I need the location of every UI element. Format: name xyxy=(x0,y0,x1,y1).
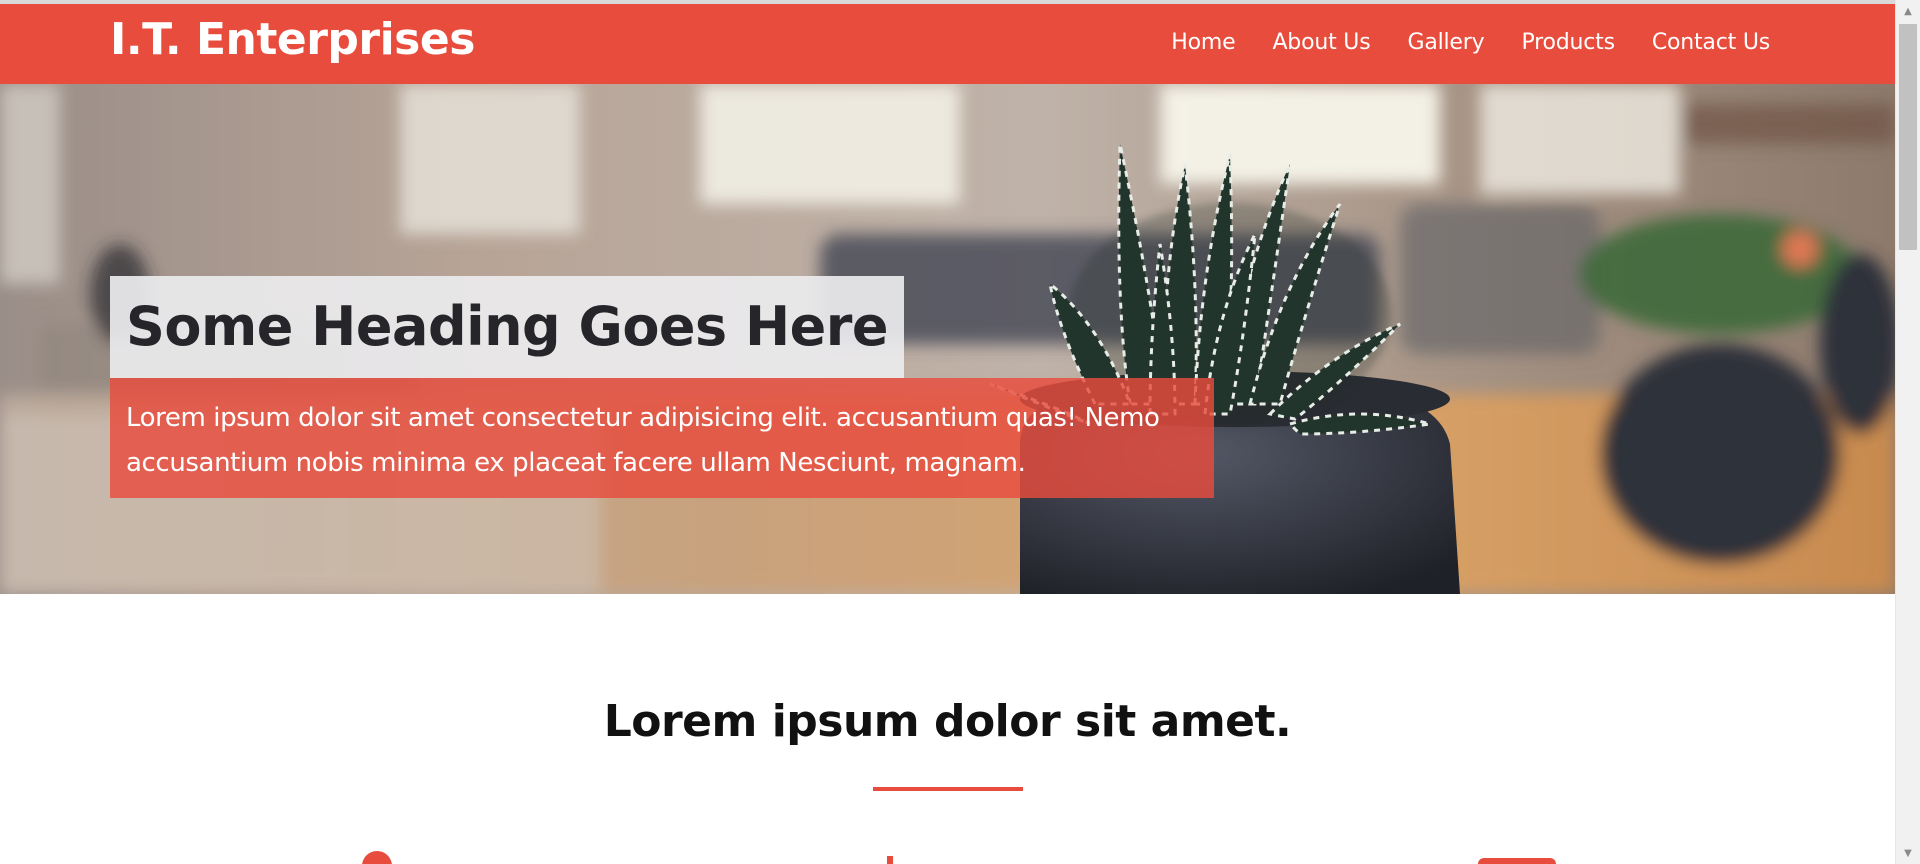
hero-text-box: Lorem ipsum dolor sit amet consectetur a… xyxy=(110,378,1214,498)
nav-link-contact-us[interactable]: Contact Us xyxy=(1652,30,1770,55)
nav-link-home[interactable]: Home xyxy=(1171,30,1235,55)
section-title: Lorem ipsum dolor sit amet. xyxy=(603,696,1292,747)
brand-logo[interactable]: I.T. Enterprises xyxy=(110,14,475,65)
nav-link-gallery[interactable]: Gallery xyxy=(1407,30,1484,55)
nav-link-about-us[interactable]: About Us xyxy=(1272,30,1370,55)
triangle-up-icon[interactable]: ▲ xyxy=(1896,2,1920,20)
feature-icon-center xyxy=(887,856,893,864)
hero-heading: Some Heading Goes Here xyxy=(126,295,889,358)
triangle-down-icon[interactable]: ▼ xyxy=(1896,844,1920,862)
hero-text: Lorem ipsum dolor sit amet consectetur a… xyxy=(126,403,1160,478)
scrollbar-thumb[interactable] xyxy=(1899,24,1917,250)
nav-link-products[interactable]: Products xyxy=(1521,30,1615,55)
hero-heading-box: Some Heading Goes Here xyxy=(110,276,905,378)
feature-icon-right xyxy=(1478,858,1556,864)
webpage: I.T. Enterprises Home About Us Gallery P… xyxy=(0,0,1895,864)
vertical-scrollbar[interactable]: ▲ ▼ xyxy=(1895,0,1920,864)
navbar: I.T. Enterprises Home About Us Gallery P… xyxy=(0,4,1895,84)
section-title-underline xyxy=(873,787,1023,791)
nav-links: Home About Us Gallery Products Contact U… xyxy=(1171,30,1770,55)
hero-banner: Some Heading Goes Here Lorem ipsum dolor… xyxy=(0,84,1895,594)
feature-icon-left xyxy=(362,851,392,864)
